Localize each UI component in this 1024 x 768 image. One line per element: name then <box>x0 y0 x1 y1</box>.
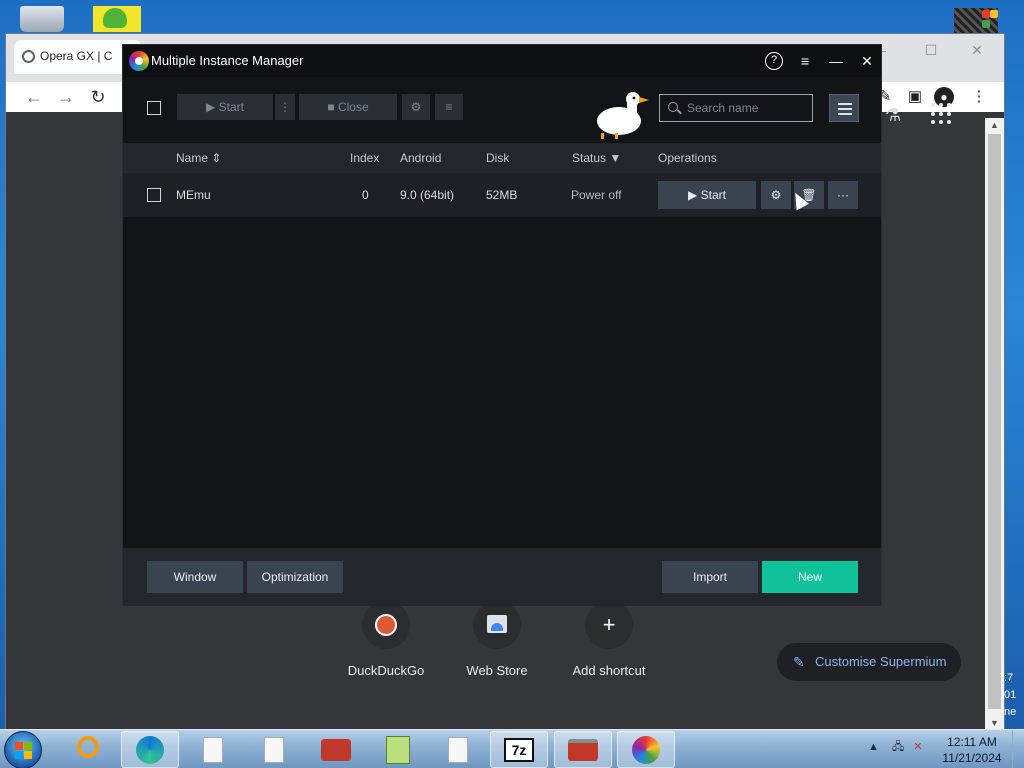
clipped-desktop-text: :7 01 ne <box>1004 670 1024 721</box>
instance-disk: 52MB <box>486 188 518 202</box>
column-index: Index <box>350 151 380 165</box>
column-operations: Operations <box>658 151 717 165</box>
clipped-text: 01 <box>1004 689 1017 701</box>
search-placeholder: Search name <box>687 101 759 115</box>
instance-index: 0 <box>362 188 369 202</box>
instance-list-empty-area <box>123 217 881 548</box>
clock-time: 12:11 AM <box>947 735 997 749</box>
blank-file-icon[interactable] <box>245 731 303 768</box>
batch-more-button[interactable]: ⋮ <box>275 94 295 120</box>
shortcut-duckduckgo[interactable]: DuckDuckGo <box>326 601 446 678</box>
toolbox-icon[interactable] <box>307 731 365 768</box>
scroll-down-icon[interactable]: ▼ <box>990 718 999 728</box>
batch-list-button[interactable]: ≡ <box>435 94 463 120</box>
recycle-bin-icon[interactable] <box>20 6 64 32</box>
instance-more-button[interactable]: ··· <box>828 181 858 209</box>
row-checkbox[interactable] <box>147 188 161 202</box>
new-instance-button[interactable]: New <box>762 561 858 593</box>
notepad-plus-icon[interactable] <box>369 731 427 768</box>
shortcut-label: Web Store <box>466 663 528 678</box>
instance-settings-button[interactable]: ⚙ <box>761 181 791 209</box>
instance-start-button[interactable]: ▶ Start <box>658 181 756 209</box>
batch-close-button[interactable]: ■ Close <box>299 94 397 120</box>
menu-icon[interactable]: ≡ <box>794 51 816 71</box>
7zip-icon[interactable]: 7z <box>490 731 548 768</box>
duckduckgo-icon <box>362 601 410 649</box>
blank-file-icon[interactable] <box>429 731 487 768</box>
scroll-thumb[interactable] <box>988 134 1001 709</box>
browser-scrollbar[interactable]: ▲ ▼ <box>985 118 1004 730</box>
optimization-button[interactable]: Optimization <box>247 561 343 593</box>
column-disk: Disk <box>486 151 510 165</box>
shortcut-label: DuckDuckGo <box>347 663 425 678</box>
table-row[interactable]: MEmu 0 9.0 (64bit) 52MB Power off ▶ Star… <box>123 173 881 217</box>
shortcut-add[interactable]: + Add shortcut <box>549 601 669 678</box>
mim-footer: Window Optimization Import New <box>123 548 881 606</box>
toolbox-red-icon[interactable] <box>554 731 612 768</box>
clock-date: 11/21/2024 <box>942 751 1002 765</box>
rgb-app-icon[interactable] <box>954 8 998 34</box>
taskbar: 7z ▲ 🖧 ✕ 12:11 AM 11/21/2024 <box>0 729 1024 768</box>
clipped-text: ne <box>1004 706 1017 718</box>
instance-android: 9.0 (64bit) <box>400 188 455 202</box>
browser-close-button[interactable]: ✕ <box>964 40 990 60</box>
memu-logo-icon <box>129 51 149 71</box>
browser-menu-icon[interactable]: ⋮ <box>968 85 990 109</box>
shortcut-web-store[interactable]: Web Store <box>437 601 557 678</box>
mim-titlebar: Multiple Instance Manager ? ≡ — ✕ <box>123 45 881 77</box>
apps-grid-icon[interactable] <box>931 103 953 125</box>
web-store-icon <box>473 601 521 649</box>
window-title: Multiple Instance Manager <box>151 53 304 68</box>
multi-instance-manager-window: Multiple Instance Manager ? ≡ — ✕ ▶ Star… <box>122 44 882 606</box>
shortcut-label: Add shortcut <box>572 663 646 678</box>
search-app-icon[interactable] <box>62 731 120 768</box>
instance-table-header: Name ⇕ Index Android Disk Status ▼ Opera… <box>123 143 881 173</box>
batch-settings-button[interactable]: ⚙ <box>402 94 430 120</box>
opera-gx-icon <box>22 50 35 63</box>
reload-button[interactable]: ↻ <box>86 85 110 109</box>
browser-tab-title: Opera GX | C <box>40 49 113 63</box>
minimize-button[interactable]: — <box>825 51 847 71</box>
taskbar-clock[interactable]: 12:11 AM 11/21/2024 <box>936 734 1008 766</box>
7zip-label: 7z <box>504 737 534 762</box>
system-tray: ▲ 🖧 ✕ <box>868 738 923 757</box>
import-button[interactable]: Import <box>662 561 758 593</box>
scroll-up-icon[interactable]: ▲ <box>990 120 999 130</box>
customise-button[interactable]: ✎ Customise Supermium <box>777 643 961 681</box>
show-desktop-button[interactable] <box>1012 730 1024 768</box>
search-input[interactable]: Search name <box>659 94 813 122</box>
network-icon[interactable]: 🖧 <box>892 741 904 753</box>
frog-app-icon[interactable] <box>93 6 141 32</box>
help-icon[interactable]: ? <box>765 52 783 70</box>
edge-icon[interactable] <box>121 731 179 768</box>
goose-mascot-icon <box>597 92 649 139</box>
customise-label: Customise Supermium <box>815 654 947 669</box>
column-name[interactable]: Name ⇕ <box>176 151 221 165</box>
browser-maximize-button[interactable]: ☐ <box>918 40 944 60</box>
column-android: Android <box>400 151 442 165</box>
instance-name: MEmu <box>176 188 211 202</box>
column-status[interactable]: Status ▼ <box>572 151 621 165</box>
pencil-icon: ✎ <box>793 654 805 670</box>
sidepanel-icon[interactable]: ▣ <box>904 85 926 109</box>
search-icon <box>668 102 678 112</box>
window-button[interactable]: Window <box>147 561 243 593</box>
memu-icon[interactable] <box>617 731 675 768</box>
back-button[interactable]: ← <box>22 85 46 109</box>
tray-expand-icon[interactable]: ▲ <box>868 741 879 753</box>
plus-icon: + <box>585 601 633 649</box>
blank-file-icon[interactable] <box>184 731 242 768</box>
volume-muted-icon[interactable]: ✕ <box>913 741 922 753</box>
forward-button[interactable]: → <box>54 85 78 109</box>
labs-flask-icon[interactable]: ⚗ <box>885 105 901 126</box>
select-all-checkbox[interactable] <box>147 101 161 115</box>
start-button[interactable] <box>4 731 42 768</box>
clipped-text: :7 <box>1004 672 1014 684</box>
batch-start-button[interactable]: ▶ Start <box>177 94 273 120</box>
instance-status: Power off <box>571 188 622 202</box>
close-button[interactable]: ✕ <box>856 51 878 71</box>
list-view-toggle[interactable] <box>829 94 859 122</box>
